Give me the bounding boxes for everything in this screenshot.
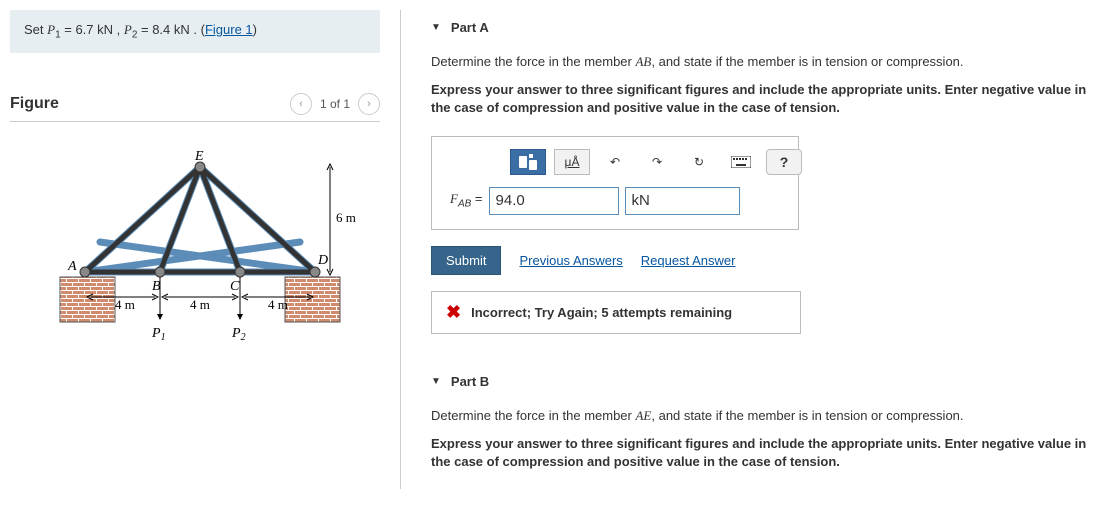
- figure-next-button[interactable]: ›: [358, 93, 380, 115]
- partA-instruction: Determine the force in the member AB, an…: [431, 53, 1091, 71]
- reset-icon[interactable]: ↻: [682, 150, 716, 174]
- svg-text:B: B: [152, 279, 161, 294]
- partB-instruction: Determine the force in the member AE, an…: [431, 407, 1091, 425]
- template-tool-icon[interactable]: [510, 149, 546, 175]
- svg-text:P1: P1: [151, 326, 166, 343]
- incorrect-icon: ✖: [446, 302, 461, 323]
- answer-value-input[interactable]: [489, 187, 619, 215]
- answer-label: FAB =: [450, 191, 483, 210]
- feedback-box: ✖ Incorrect; Try Again; 5 attempts remai…: [431, 291, 801, 334]
- problem-statement: Set P1 = 6.7 kN , P2 = 8.4 kN . (Figure …: [10, 10, 380, 53]
- svg-text:A: A: [67, 259, 77, 274]
- partA-collapse-icon[interactable]: ▼: [431, 22, 441, 33]
- partB-instruction-bold: Express your answer to three significant…: [431, 435, 1091, 471]
- request-answer-link[interactable]: Request Answer: [641, 253, 736, 268]
- figure-pager-text: 1 of 1: [320, 97, 350, 111]
- figure-heading: Figure: [10, 95, 59, 113]
- answer-unit-input[interactable]: [625, 187, 740, 215]
- svg-text:D: D: [317, 253, 328, 268]
- truss-diagram: E A B C D P1 P2 4 m 4 m 4 m 6 m: [30, 142, 360, 362]
- previous-answers-link[interactable]: Previous Answers: [519, 253, 622, 268]
- partB-title: Part B: [451, 374, 489, 389]
- svg-text:P2: P2: [231, 326, 246, 343]
- svg-text:6 m: 6 m: [336, 210, 356, 225]
- partA-title: Part A: [451, 20, 489, 35]
- keyboard-icon[interactable]: [724, 150, 758, 174]
- svg-text:4 m: 4 m: [190, 297, 210, 312]
- undo-icon[interactable]: ↶: [598, 150, 632, 174]
- figure-link[interactable]: Figure 1: [205, 22, 253, 37]
- answer-panel: μÅ ↶ ↷ ↻ ? FAB =: [431, 136, 799, 230]
- units-tool[interactable]: μÅ: [554, 149, 590, 175]
- partA-instruction-bold: Express your answer to three significant…: [431, 81, 1091, 117]
- svg-text:E: E: [194, 149, 204, 164]
- partB-collapse-icon[interactable]: ▼: [431, 376, 441, 387]
- figure-prev-button[interactable]: ‹: [290, 93, 312, 115]
- help-button[interactable]: ?: [766, 149, 802, 175]
- svg-text:4 m: 4 m: [115, 297, 135, 312]
- svg-text:C: C: [230, 279, 240, 294]
- redo-icon[interactable]: ↷: [640, 150, 674, 174]
- svg-text:4 m: 4 m: [268, 297, 288, 312]
- submit-button[interactable]: Submit: [431, 246, 501, 275]
